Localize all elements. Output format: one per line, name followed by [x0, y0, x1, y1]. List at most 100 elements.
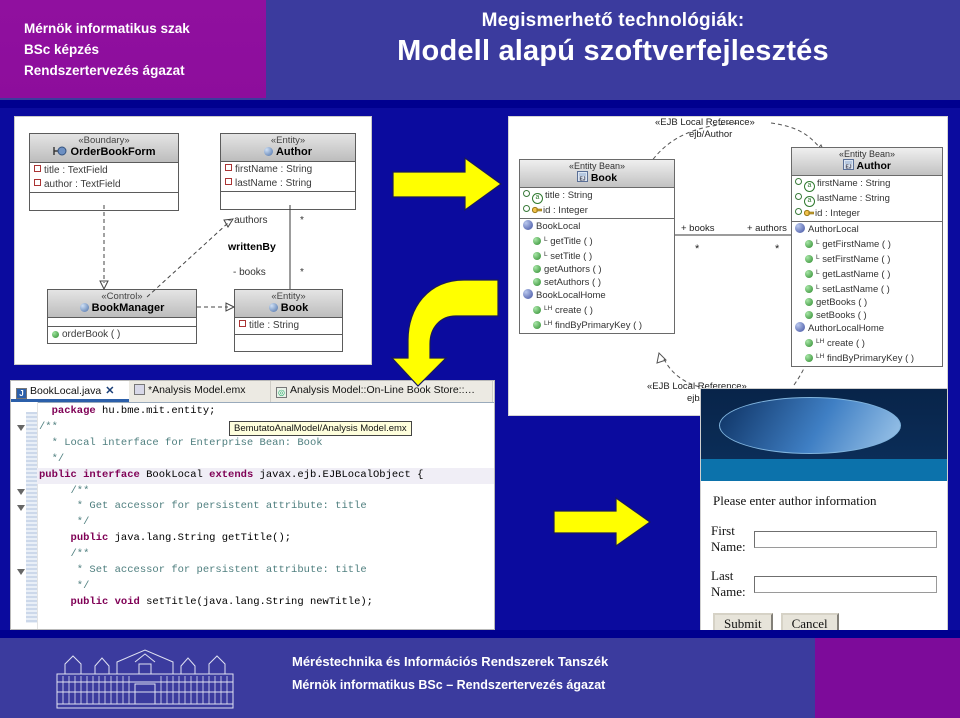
ejb-attributes: a title : String id : Integer — [520, 188, 674, 219]
code-editor-window: J BookLocal.java ✕ *Analysis Model.emx ◎ An… — [10, 380, 495, 630]
uml-class-header: «Boundary» OrderBookForm — [30, 134, 178, 163]
ejb-interface-local: AuthorLocal — [795, 223, 942, 236]
uml-attribute: firstName : String — [225, 163, 355, 177]
footer-top-rule — [0, 630, 960, 638]
uml-operations — [221, 192, 355, 209]
uml-class-header: «Entity» Book — [235, 290, 342, 318]
ejb-method: getAuthors ( ) — [523, 263, 674, 276]
code-line: */ — [39, 579, 90, 592]
uml-class-header: «Control» BookManager — [48, 290, 196, 318]
method-icon — [805, 285, 813, 293]
method-icon — [805, 298, 813, 306]
uml-attribute: title : TextField — [34, 164, 178, 178]
form-row-first-name: First Name: — [711, 523, 937, 555]
uml-multiplicity-bottom: * — [300, 267, 304, 278]
entity-icon — [263, 147, 273, 156]
diagram-icon: ◎ — [276, 387, 287, 398]
form-accent-strip — [701, 459, 947, 481]
first-name-input[interactable] — [754, 530, 937, 548]
primary-key-icon — [531, 205, 543, 214]
footer-purple-block — [815, 638, 960, 718]
entity-bean-icon: EJ — [843, 159, 855, 172]
visibility-icon — [523, 190, 530, 197]
form-banner — [701, 389, 947, 459]
uml-class-book[interactable]: «Entity» Book title : String — [234, 289, 343, 352]
ejb-multiplicity-left: * — [695, 243, 700, 255]
author-form-window: Please enter author information First Na… — [700, 388, 948, 636]
ejb-method: LH findByPrimaryKey ( ) — [795, 350, 942, 365]
code-line: * Get accessor for persistent attribute:… — [39, 500, 367, 513]
ejb-attribute: a title : String — [523, 189, 674, 204]
uml-class-bookmanager[interactable]: «Control» BookManager orderBook ( ) — [47, 289, 197, 344]
uml-attributes: title : String — [235, 318, 342, 335]
header-program-line-2: BSc képzés — [24, 42, 100, 57]
attribute-icon: a — [804, 181, 815, 192]
ejb-stereotype: «Entity Bean» — [568, 161, 626, 171]
code-text-area[interactable]: package hu.bme.mit.entity; /** * Local i… — [37, 402, 494, 629]
uml-operation: orderBook ( ) — [52, 328, 196, 342]
method-icon — [533, 306, 541, 314]
last-name-input[interactable] — [754, 575, 937, 593]
method-icon — [805, 354, 813, 362]
ejb-method: setAuthors ( ) — [523, 276, 674, 289]
interface-icon — [795, 223, 805, 233]
design-model-diagram: «EJB Local Reference» ejb/Author «EJB Lo… — [508, 116, 948, 416]
uml-stereotype: «Boundary» — [78, 135, 130, 146]
method-icon — [533, 252, 541, 260]
uml-operations: orderBook ( ) — [48, 327, 196, 343]
ejb-method: LH create ( ) — [523, 302, 674, 317]
control-icon — [79, 303, 89, 312]
ejb-class-author[interactable]: «Entity Bean» EJ Author a firstName : Str… — [791, 147, 943, 367]
page-title: Modell alapú szoftverfejlesztés — [397, 35, 829, 67]
uml-attributes: firstName : String lastName : String — [221, 162, 355, 192]
ejb-method: L setFirstName ( ) — [795, 251, 942, 266]
ejb-method: L setTitle ( ) — [523, 248, 674, 263]
ejb-class-book[interactable]: «Entity Bean» EJ Book a title : String id… — [519, 159, 675, 334]
ejb-attributes: a firstName : String a lastName : String i… — [792, 176, 942, 222]
ejb-attribute: a lastName : String — [795, 192, 942, 207]
interface-icon — [523, 220, 533, 230]
method-icon — [533, 237, 541, 245]
ejb-ref-top-name: ejb/Author — [689, 129, 733, 140]
ejb-attribute: a firstName : String — [795, 177, 942, 192]
uml-class-orderbookform[interactable]: «Boundary» OrderBookForm title : TextFie… — [29, 133, 179, 211]
java-file-icon: J — [16, 388, 27, 399]
interface-icon — [795, 322, 805, 332]
uml-stereotype: «Entity» — [271, 291, 306, 302]
svg-text:EJ: EJ — [579, 177, 585, 183]
ejb-method: L getFirstName ( ) — [795, 236, 942, 251]
ejb-interfaces: BookLocal L getTitle ( ) L setTitle ( ) … — [520, 219, 674, 333]
tab-booklocal-java[interactable]: J BookLocal.java ✕ — [11, 381, 129, 402]
method-icon — [805, 311, 813, 319]
visibility-icon — [795, 208, 802, 215]
uml-class-author[interactable]: «Entity» Author firstName : String lastN… — [220, 133, 356, 210]
slide-root: Mérnök informatikus szak BSc képzés Rend… — [0, 0, 960, 718]
ejb-method: L setLastName ( ) — [795, 281, 942, 296]
fold-markers[interactable] — [15, 405, 37, 625]
code-line: */ — [39, 516, 90, 529]
ejb-class-header: «Entity Bean» EJ Author — [792, 148, 942, 176]
bme-building-icon — [56, 649, 234, 709]
last-name-label: Last Name: — [711, 568, 746, 599]
uml-attributes: title : TextField author : TextField — [30, 163, 178, 193]
method-icon — [533, 265, 541, 273]
visibility-icon — [795, 193, 802, 200]
arrow-code-to-ui — [553, 496, 652, 548]
ejb-class-name: EJ Author — [792, 159, 942, 173]
uml-attribute: title : String — [239, 319, 342, 333]
uml-attribute: author : TextField — [34, 178, 178, 192]
operation-marker-icon — [52, 331, 59, 338]
tab-analysis-model-emx[interactable]: *Analysis Model.emx — [129, 381, 271, 402]
footer-text: Méréstechnika és Információs Rendszerek … — [292, 650, 608, 696]
tab-label: BookLocal.java — [30, 385, 102, 397]
close-icon[interactable]: ✕ — [105, 385, 114, 397]
ejb-role-books: + books — [681, 223, 715, 234]
analysis-model-diagram: «Boundary» OrderBookForm title : TextFie… — [14, 116, 372, 365]
uml-operations — [30, 193, 178, 210]
uml-stereotype: «Control» — [101, 291, 143, 302]
ejb-method: LH findByPrimaryKey ( ) — [523, 317, 674, 332]
method-icon — [805, 240, 813, 248]
form-body: Please enter author information First Na… — [701, 481, 947, 641]
ejb-class-header: «Entity Bean» EJ Book — [520, 160, 674, 188]
page-title-block: Megismerhető technológiák: Modell alapú … — [266, 0, 960, 100]
